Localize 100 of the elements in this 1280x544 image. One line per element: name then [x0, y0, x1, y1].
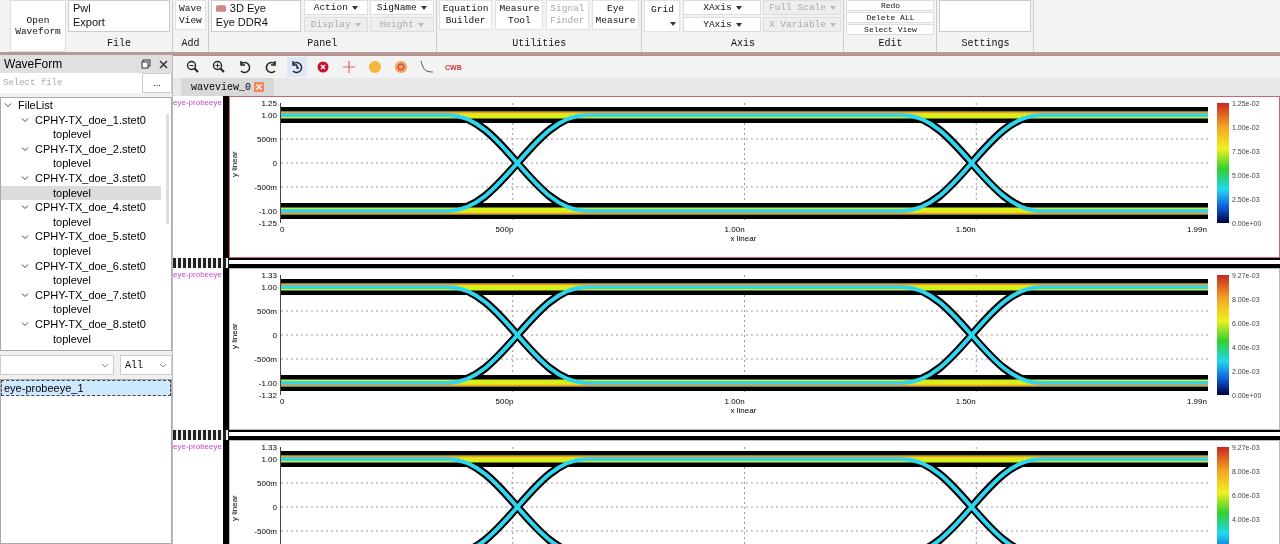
tick-label: 1.00 — [261, 454, 277, 464]
combo-box[interactable] — [0, 355, 114, 375]
tick-label: 1.00 — [261, 282, 277, 292]
chevron-icon — [159, 362, 167, 368]
edit-button[interactable]: Delete ALL — [846, 12, 935, 23]
tick-label: 1.25 — [261, 98, 277, 108]
chevron-icon[interactable] — [4, 101, 12, 110]
tick-label: -1.00 — [258, 206, 277, 216]
tick-label: 500m — [257, 478, 277, 488]
chevron-icon[interactable] — [21, 174, 29, 183]
axis-label: y linear — [230, 150, 240, 179]
list-item[interactable]: 3D Eye — [215, 1, 300, 15]
scroll-thumb[interactable] — [173, 258, 229, 268]
tree-item[interactable]: CPHY-TX_doe_5.stet0 — [1, 229, 171, 244]
axis-label: x linear — [729, 406, 758, 415]
rotate-icon[interactable] — [287, 57, 307, 77]
tick-label: 0 — [272, 330, 277, 340]
tree-item[interactable]: toplevel — [1, 331, 161, 347]
caret-icon — [417, 22, 424, 27]
tree-item[interactable]: toplevel — [1, 273, 161, 288]
tick-label: -500m — [254, 526, 277, 536]
ribbon-button[interactable]: Measure Tool — [495, 0, 544, 30]
tree-item[interactable]: toplevel — [1, 243, 161, 259]
caret-icon — [420, 5, 427, 10]
chevron-icon[interactable] — [21, 232, 29, 241]
scrollbar[interactable] — [166, 114, 169, 224]
tick-label: 0 — [280, 225, 285, 234]
axis-label: x linear — [729, 234, 758, 243]
tick-label: 0 — [272, 158, 277, 168]
chevron-icon[interactable] — [21, 291, 29, 299]
edit-button[interactable]: Select View — [846, 24, 935, 35]
tick-label: 500p — [495, 225, 514, 234]
tree-item[interactable]: CPHY-TX_doe_8.stet0 — [1, 316, 171, 332]
close-icon[interactable] — [159, 59, 168, 69]
tree-item[interactable]: CPHY-TX_doe_6.stet0 — [1, 258, 171, 274]
tree-item[interactable]: CPHY-TX_doe_7.stet0 — [1, 287, 171, 303]
ribbon-button[interactable]: Wave View — [175, 0, 206, 30]
tree-item[interactable]: toplevel — [1, 214, 161, 230]
edit-button[interactable]: Redo — [846, 0, 935, 11]
tick-label: 1.99n — [1186, 225, 1207, 234]
chevron-icon[interactable] — [21, 115, 29, 124]
float-icon[interactable] — [141, 59, 151, 69]
caret-icon — [670, 22, 677, 26]
tick-label: 0 — [280, 397, 285, 406]
caret-icon — [830, 22, 836, 27]
dropdown[interactable]: XAxis — [683, 0, 762, 15]
ribbon-button[interactable]: Equation Builder — [438, 0, 493, 30]
dropdown[interactable]: SigName — [369, 0, 434, 15]
tree-item[interactable]: CPHY-TX_doe_1.stet0 — [1, 112, 171, 128]
grid-dropdown[interactable]: Grid — [644, 0, 681, 32]
dropdown[interactable]: Action — [303, 0, 368, 15]
open-waveform-button[interactable]: Open Waveform — [10, 0, 66, 52]
group-label: File — [106, 38, 132, 51]
chevron-icon[interactable] — [21, 203, 29, 212]
tick-label: 0 — [272, 502, 277, 512]
browse-button[interactable]: ... — [142, 73, 172, 93]
axis-label: y linear — [230, 494, 240, 523]
tick-label: 1.00 — [261, 110, 277, 120]
chevron-icon[interactable] — [21, 261, 29, 270]
chevron-icon — [101, 362, 109, 368]
scrollbar[interactable] — [229, 258, 1280, 268]
filter-combo[interactable]: All — [120, 355, 172, 375]
signal-label: eye-probeeye — [173, 441, 223, 453]
tree-item[interactable]: CPHY-TX_doe_4.stet0 — [1, 200, 171, 215]
group-label: Edit — [877, 38, 904, 51]
signal-item[interactable]: eye-probeeye_1 — [1, 380, 171, 396]
list-item[interactable]: Pwl — [73, 1, 169, 15]
caret-icon — [354, 22, 361, 27]
list-item[interactable]: Export — [73, 15, 169, 29]
tree-item[interactable]: toplevel — [1, 156, 161, 171]
axis-label: y linear — [230, 322, 240, 351]
group-label: Utilities — [511, 38, 568, 51]
tree-item[interactable]: CPHY-TX_doe_2.stet0 — [1, 141, 171, 157]
view-tab[interactable]: waveview_0 — [181, 78, 274, 96]
eye-icon — [215, 4, 226, 12]
tree-item[interactable]: CPHY-TX_doe_3.stet0 — [1, 170, 171, 186]
tree-item[interactable]: toplevel — [1, 302, 161, 317]
ribbon-button[interactable]: Eye Measure — [591, 0, 640, 30]
tick-label: 500m — [257, 306, 277, 316]
signal-label: eye-probeeye — [173, 269, 223, 281]
file-field[interactable]: Select file — [0, 73, 142, 93]
chevron-icon[interactable] — [21, 145, 29, 154]
caret-icon — [735, 22, 742, 27]
caret-icon — [830, 5, 836, 10]
group-label: Add — [180, 38, 201, 51]
caret-icon — [351, 5, 358, 10]
tree-item[interactable]: toplevel — [1, 185, 161, 201]
tick-label: -1.25 — [258, 218, 277, 228]
group-label: Panel — [306, 38, 339, 51]
tree-item[interactable]: toplevel — [1, 127, 161, 142]
tick-label: 500p — [495, 397, 514, 406]
list-item[interactable]: Eye DDR4 — [215, 15, 300, 29]
tick-label: 1.50n — [955, 397, 976, 406]
tree-item[interactable]: FileList — [1, 98, 171, 113]
scroll-thumb[interactable] — [173, 430, 229, 440]
tick-label: -1.00 — [258, 378, 277, 388]
panel-title: WaveForm — [4, 57, 63, 71]
chevron-icon[interactable] — [21, 320, 29, 329]
dropdown[interactable]: YAxis — [683, 17, 762, 32]
scrollbar[interactable] — [229, 430, 1280, 440]
